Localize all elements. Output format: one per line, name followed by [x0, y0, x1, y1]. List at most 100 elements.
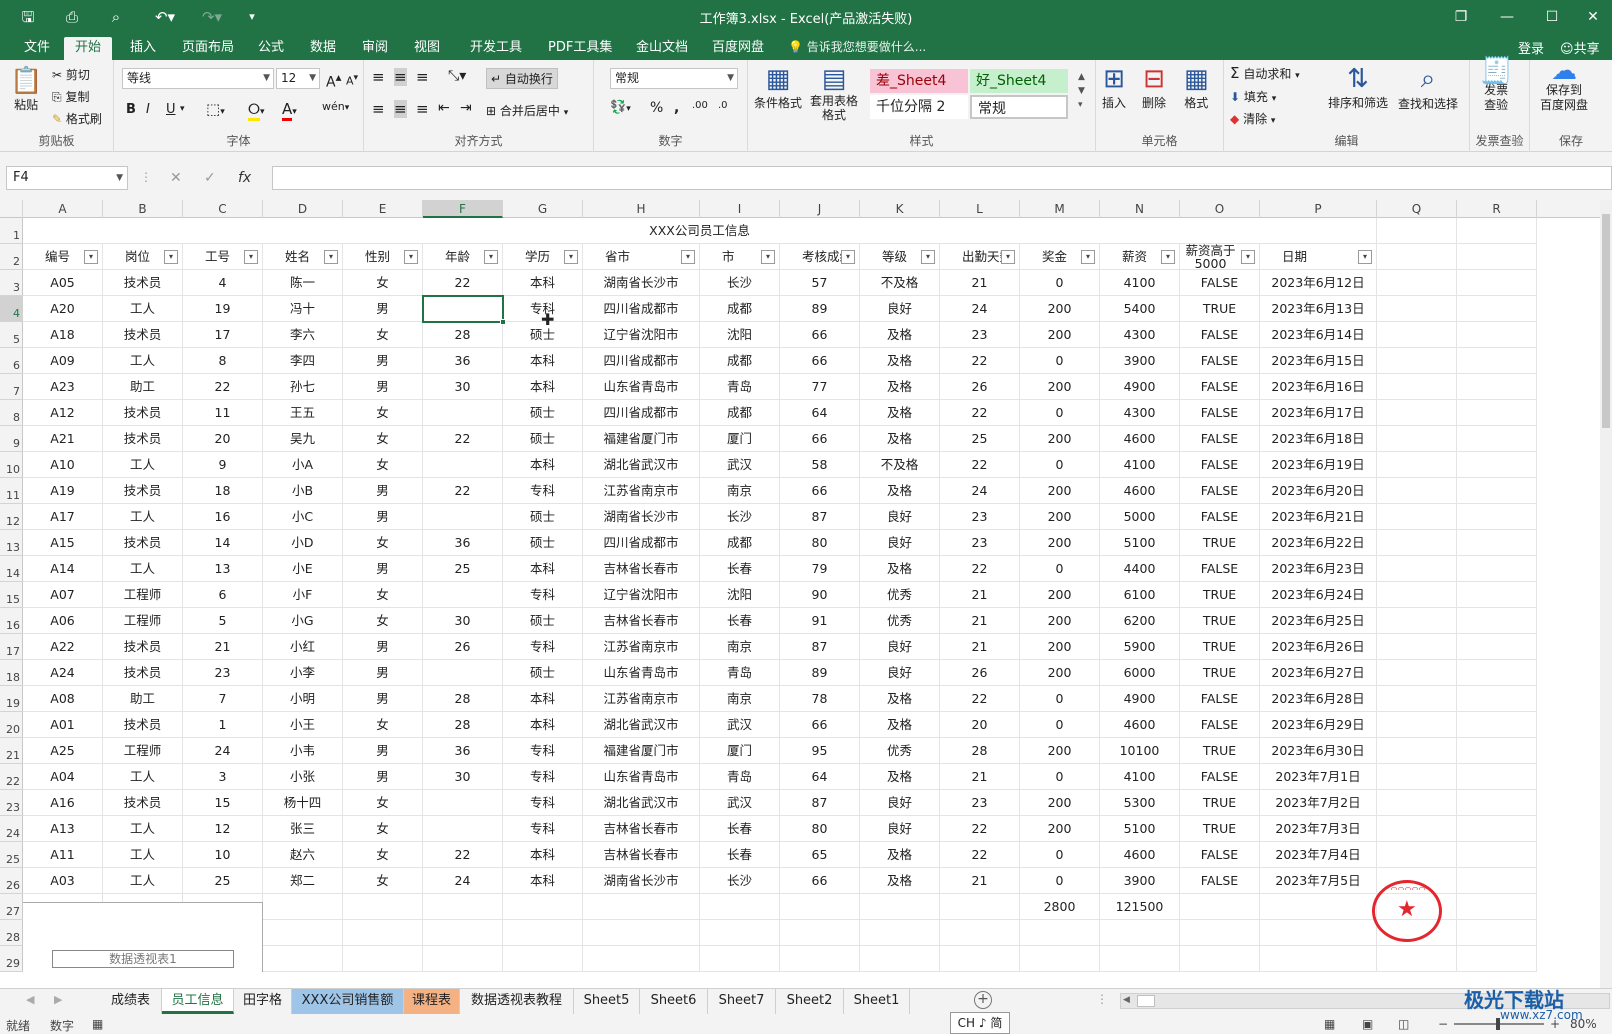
column-header-f[interactable]: F: [423, 200, 503, 218]
add-sheet-icon[interactable]: +: [974, 991, 992, 1009]
data-cell[interactable]: A06: [23, 608, 103, 634]
cell[interactable]: [1457, 920, 1537, 946]
data-cell[interactable]: [423, 400, 503, 426]
data-cell[interactable]: FALSE: [1180, 842, 1260, 868]
cell[interactable]: [1180, 920, 1260, 946]
column-header-q[interactable]: Q: [1377, 200, 1457, 218]
data-cell[interactable]: 厦门: [700, 738, 780, 764]
row-header-2[interactable]: 2: [0, 244, 23, 270]
data-cell[interactable]: 0: [1020, 868, 1100, 894]
cell[interactable]: [700, 920, 780, 946]
data-cell[interactable]: 10100: [1100, 738, 1180, 764]
data-cell[interactable]: 22: [183, 374, 263, 400]
data-cell[interactable]: 2023年6月23日: [1260, 556, 1377, 582]
data-cell[interactable]: 57: [780, 270, 860, 296]
data-cell[interactable]: 23: [940, 530, 1020, 556]
data-cell[interactable]: 24: [423, 868, 503, 894]
row-header-16[interactable]: 16: [0, 608, 23, 634]
data-cell[interactable]: 男: [343, 478, 423, 504]
data-cell[interactable]: TRUE: [1180, 530, 1260, 556]
data-cell[interactable]: 良好: [860, 504, 940, 530]
cell[interactable]: [1457, 478, 1537, 504]
cell[interactable]: [1260, 920, 1377, 946]
data-cell[interactable]: 冯十: [263, 296, 343, 322]
cell[interactable]: [503, 894, 583, 920]
data-cell[interactable]: 四川省成都市: [583, 296, 700, 322]
cell[interactable]: [780, 920, 860, 946]
data-cell[interactable]: 4400: [1100, 556, 1180, 582]
cell[interactable]: [1377, 660, 1457, 686]
cell[interactable]: [583, 946, 700, 972]
data-cell[interactable]: 200: [1020, 608, 1100, 634]
phonetic-button[interactable]: wén▾: [322, 100, 349, 113]
data-cell[interactable]: 20: [940, 712, 1020, 738]
font-color-button[interactable]: A▾: [282, 100, 297, 121]
data-cell[interactable]: A18: [23, 322, 103, 348]
data-cell[interactable]: 78: [780, 686, 860, 712]
orientation-icon[interactable]: ⤡▾: [448, 68, 466, 84]
sheet-tab[interactable]: 数据透视表教程: [460, 989, 574, 1014]
data-cell[interactable]: A21: [23, 426, 103, 452]
data-cell[interactable]: 4: [183, 270, 263, 296]
cell[interactable]: [1457, 452, 1537, 478]
data-cell[interactable]: 青岛: [700, 374, 780, 400]
column-header-p[interactable]: P: [1260, 200, 1377, 218]
data-cell[interactable]: 良好: [860, 634, 940, 660]
conditional-format-button[interactable]: ▦ 条件格式: [754, 64, 802, 111]
style-bad-sheet4[interactable]: 差_Sheet4: [870, 69, 968, 93]
data-cell[interactable]: 江苏省南京市: [583, 634, 700, 660]
row-header-13[interactable]: 13: [0, 530, 23, 556]
data-cell[interactable]: 65: [780, 842, 860, 868]
data-cell[interactable]: 2023年6月25日: [1260, 608, 1377, 634]
italic-button[interactable]: I: [146, 102, 150, 117]
data-cell[interactable]: 四川省成都市: [583, 400, 700, 426]
fill-color-button[interactable]: ⭘▾: [248, 100, 265, 121]
cell[interactable]: [1457, 374, 1537, 400]
copy-button[interactable]: ⎘ 复制: [52, 88, 89, 105]
underline-button[interactable]: U: [166, 102, 176, 117]
data-cell[interactable]: 4600: [1100, 842, 1180, 868]
sheet-tab[interactable]: XXX公司销售额: [292, 989, 404, 1014]
data-cell[interactable]: 及格: [860, 478, 940, 504]
data-cell[interactable]: A10: [23, 452, 103, 478]
row-header-3[interactable]: 3: [0, 270, 23, 296]
comma-button[interactable]: ,: [674, 100, 679, 116]
select-all-corner[interactable]: [0, 200, 23, 218]
data-cell[interactable]: 28: [940, 738, 1020, 764]
cell[interactable]: [940, 946, 1020, 972]
data-cell[interactable]: 武汉: [700, 790, 780, 816]
data-cell[interactable]: 24: [940, 296, 1020, 322]
data-cell[interactable]: FALSE: [1180, 348, 1260, 374]
data-cell[interactable]: 79: [780, 556, 860, 582]
data-cell[interactable]: 22: [423, 842, 503, 868]
cell[interactable]: [1457, 218, 1537, 244]
data-cell[interactable]: 工人: [103, 296, 183, 322]
data-cell[interactable]: A16: [23, 790, 103, 816]
data-cell[interactable]: A25: [23, 738, 103, 764]
data-cell[interactable]: 36: [423, 738, 503, 764]
data-cell[interactable]: 2023年7月3日: [1260, 816, 1377, 842]
data-cell[interactable]: 南京: [700, 686, 780, 712]
data-cell[interactable]: 200: [1020, 426, 1100, 452]
data-cell[interactable]: 2023年7月5日: [1260, 868, 1377, 894]
sheet-title-cell[interactable]: XXX公司员工信息: [23, 218, 1377, 244]
column-header-j[interactable]: J: [780, 200, 860, 218]
data-cell[interactable]: FALSE: [1180, 504, 1260, 530]
cell[interactable]: [1377, 764, 1457, 790]
data-cell[interactable]: 22: [940, 452, 1020, 478]
cell[interactable]: [1457, 556, 1537, 582]
data-cell[interactable]: 26: [940, 660, 1020, 686]
sheet-tab[interactable]: Sheet2: [776, 989, 844, 1014]
cell[interactable]: [1377, 738, 1457, 764]
cell[interactable]: [1377, 322, 1457, 348]
data-cell[interactable]: 专科: [503, 634, 583, 660]
cell[interactable]: [1377, 348, 1457, 374]
data-cell[interactable]: 20: [183, 426, 263, 452]
data-cell[interactable]: 3900: [1100, 348, 1180, 374]
data-cell[interactable]: 2023年6月14日: [1260, 322, 1377, 348]
data-cell[interactable]: 本科: [503, 452, 583, 478]
column-header-a[interactable]: A: [23, 200, 103, 218]
data-cell[interactable]: 张三: [263, 816, 343, 842]
cell[interactable]: [1457, 322, 1537, 348]
data-cell[interactable]: 工人: [103, 556, 183, 582]
